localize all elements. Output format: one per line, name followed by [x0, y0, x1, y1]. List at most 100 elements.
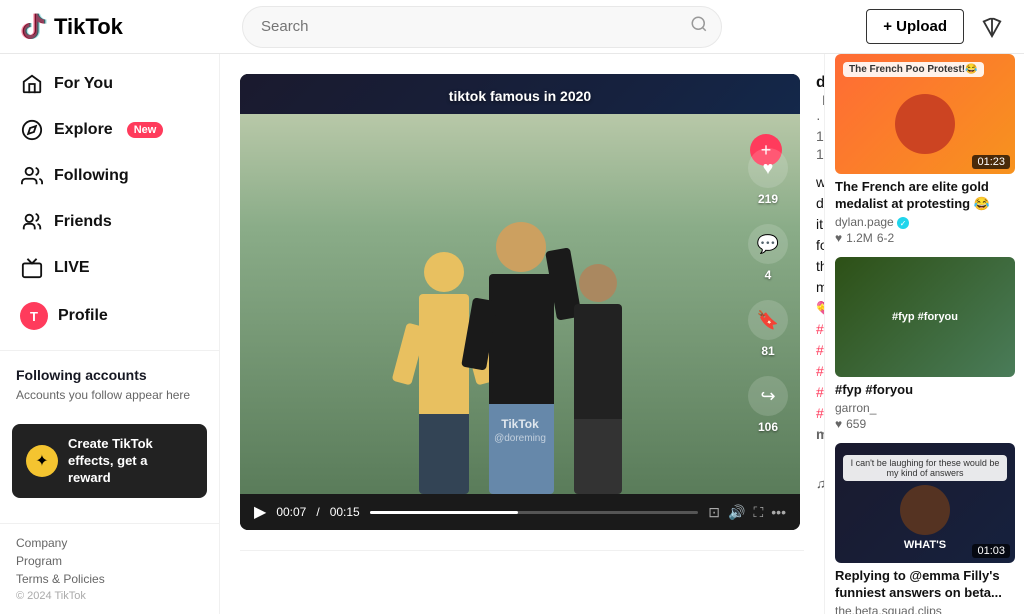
live-icon: [20, 256, 44, 280]
play-button[interactable]: ▶: [254, 502, 266, 522]
search-icon[interactable]: [690, 15, 708, 38]
sidebar-item-following[interactable]: Following: [8, 154, 211, 198]
creator-date: Ming · 1-18: [816, 92, 824, 162]
sidebar-item-label: Profile: [58, 307, 108, 325]
search-bar: [242, 6, 722, 48]
fullscreen-icon[interactable]: ⛶: [753, 504, 763, 521]
share-icon: ↪: [748, 376, 788, 416]
bookmark-button[interactable]: 🔖 81: [748, 300, 788, 358]
suggested-card-1[interactable]: The French Poo Protest!😂 01:23 The Frenc…: [835, 54, 1024, 245]
suggested-title-2: #fyp #foryou: [835, 382, 1024, 399]
watermark-tiktok: TikTok: [501, 417, 539, 431]
watermark-handle: @doreming: [494, 433, 546, 444]
creator-name[interactable]: doreming: [816, 74, 824, 91]
hashtag-4[interactable]: #pandemicdance: [816, 384, 824, 400]
create-effects-button[interactable]: ✦ Create TikTok effects, get a reward: [12, 424, 207, 499]
suggested-creator-1: dylan.page ✓: [835, 215, 1024, 230]
heart-icon: ♥: [748, 148, 788, 188]
sidebar-item-label: LIVE: [54, 259, 90, 277]
following-accounts-desc: Accounts you follow appear here: [16, 387, 203, 404]
hashtag-2[interactable]: #blindinglightsdance: [816, 342, 824, 358]
more-button[interactable]: more: [816, 426, 824, 442]
time-sep: /: [316, 505, 319, 519]
suggested-title-3: Replying to @emma Filly's funniest answe…: [835, 568, 1024, 602]
sidebar-item-for-you[interactable]: For You: [8, 62, 211, 106]
content-area: tiktok famous in 2020: [220, 54, 1024, 614]
hashtag-1[interactable]: #blindinglightschallenge: [816, 321, 824, 337]
card2-title: #fyp #foryou: [886, 305, 964, 329]
caption-icon[interactable]: ⊡: [708, 504, 720, 521]
sidebar-footer: Company Program Terms & Policies © 2024 …: [0, 523, 219, 614]
share-count: 106: [758, 420, 778, 434]
sidebar-nav: For You Explore New Following Friend: [0, 62, 219, 342]
logo-text: TikTok: [54, 14, 123, 40]
suggested-card-3[interactable]: I can't be laughing for these would be m…: [835, 443, 1024, 614]
search-input[interactable]: [242, 6, 722, 48]
video-controls: ▶ 00:07 / 00:15 ⊡ 🔊 ⛶ •••: [240, 494, 800, 530]
following-accounts-title: Following accounts: [16, 367, 203, 383]
sidebar-item-friends[interactable]: Friends: [8, 200, 211, 244]
sidebar: For You Explore New Following Friend: [0, 54, 220, 614]
hashtag-5[interactable]: #pandemicdancechallenge: [816, 405, 824, 421]
thumb-duration-1: 01:23: [972, 155, 1010, 169]
footer-program-link[interactable]: Program: [16, 554, 203, 568]
friends-icon: [20, 210, 44, 234]
explore-new-badge: New: [127, 122, 164, 138]
tiktok-logo-icon: [16, 11, 48, 43]
feed: tiktok famous in 2020: [220, 54, 824, 614]
suggested-creator-3: the.beta.squad.clips: [835, 604, 1024, 614]
video-overlay-text: tiktok famous in 2020: [449, 88, 591, 104]
header-right: + Upload: [866, 9, 1008, 44]
time-current: 00:07: [276, 505, 306, 519]
volume-icon[interactable]: 🔊: [728, 504, 745, 521]
suggested-stats-2: ♥659: [835, 417, 1024, 431]
footer-company-link[interactable]: Company: [16, 536, 203, 550]
main-layout: For You Explore New Following Friend: [0, 54, 1024, 614]
video-player: tiktok famous in 2020: [240, 74, 800, 530]
footer-copyright: © 2024 TikTok: [16, 590, 203, 602]
bookmark-count: 81: [761, 344, 774, 358]
profile-avatar: T: [20, 302, 48, 330]
suggested-card-2[interactable]: #fyp #foryou #fyp #foryou garron_ ♥659: [835, 257, 1024, 431]
music-icon: ♫: [816, 476, 824, 491]
sidebar-item-profile[interactable]: T Profile: [8, 292, 211, 340]
create-effects-icon: ✦: [26, 445, 58, 477]
suggested-thumb-2: #fyp #foryou: [835, 257, 1015, 377]
like-count: 219: [758, 192, 778, 206]
thumb-duration-3: 01:03: [972, 544, 1010, 558]
more-icon[interactable]: •••: [771, 504, 786, 520]
comment-button[interactable]: 💬 4: [748, 224, 788, 282]
notification-icon[interactable]: [976, 11, 1008, 43]
suggested-title-1: The French are elite gold medalist at pr…: [835, 179, 1024, 213]
sidebar-item-explore[interactable]: Explore New: [8, 108, 211, 152]
footer-terms-link[interactable]: Terms & Policies: [16, 572, 203, 586]
comment-icon: 💬: [748, 224, 788, 264]
video-preview: tiktok famous in 2020: [240, 74, 800, 494]
verified-badge-1: ✓: [897, 217, 909, 229]
sidebar-item-label: For You: [54, 75, 113, 93]
suggested-stats-1: ♥1.2M 6-2: [835, 231, 1024, 245]
compass-icon: [20, 118, 44, 142]
sidebar-item-label: Explore: [54, 121, 113, 139]
like-button[interactable]: ♥ 219: [748, 148, 788, 206]
video-actions: ♥ 219 💬 4 🔖 81: [748, 148, 788, 434]
sidebar-item-live[interactable]: LIVE: [8, 246, 211, 290]
comment-count: 4: [765, 268, 772, 282]
home-icon: [20, 72, 44, 96]
progress-bar[interactable]: [370, 511, 699, 514]
video-card: tiktok famous in 2020: [240, 54, 804, 551]
sidebar-item-label: Friends: [54, 213, 112, 231]
hashtag-3[interactable]: #blindinglightscover: [816, 363, 824, 379]
create-effects-label: Create TikTok effects, get a reward: [68, 436, 193, 487]
progress-fill: [370, 511, 518, 514]
share-button[interactable]: ↪ 106: [748, 376, 788, 434]
header: TikTok + Upload: [0, 0, 1024, 54]
upload-button[interactable]: + Upload: [866, 9, 964, 44]
logo-area: TikTok: [16, 11, 226, 43]
users-icon: [20, 164, 44, 188]
suggested-thumb-3: I can't be laughing for these would be m…: [835, 443, 1015, 563]
time-total: 00:15: [330, 505, 360, 519]
suggested-thumb-1: The French Poo Protest!😂 01:23: [835, 54, 1015, 174]
suggested-creator-2: garron_: [835, 401, 1024, 415]
following-section: Following accounts Accounts you follow a…: [0, 350, 219, 412]
